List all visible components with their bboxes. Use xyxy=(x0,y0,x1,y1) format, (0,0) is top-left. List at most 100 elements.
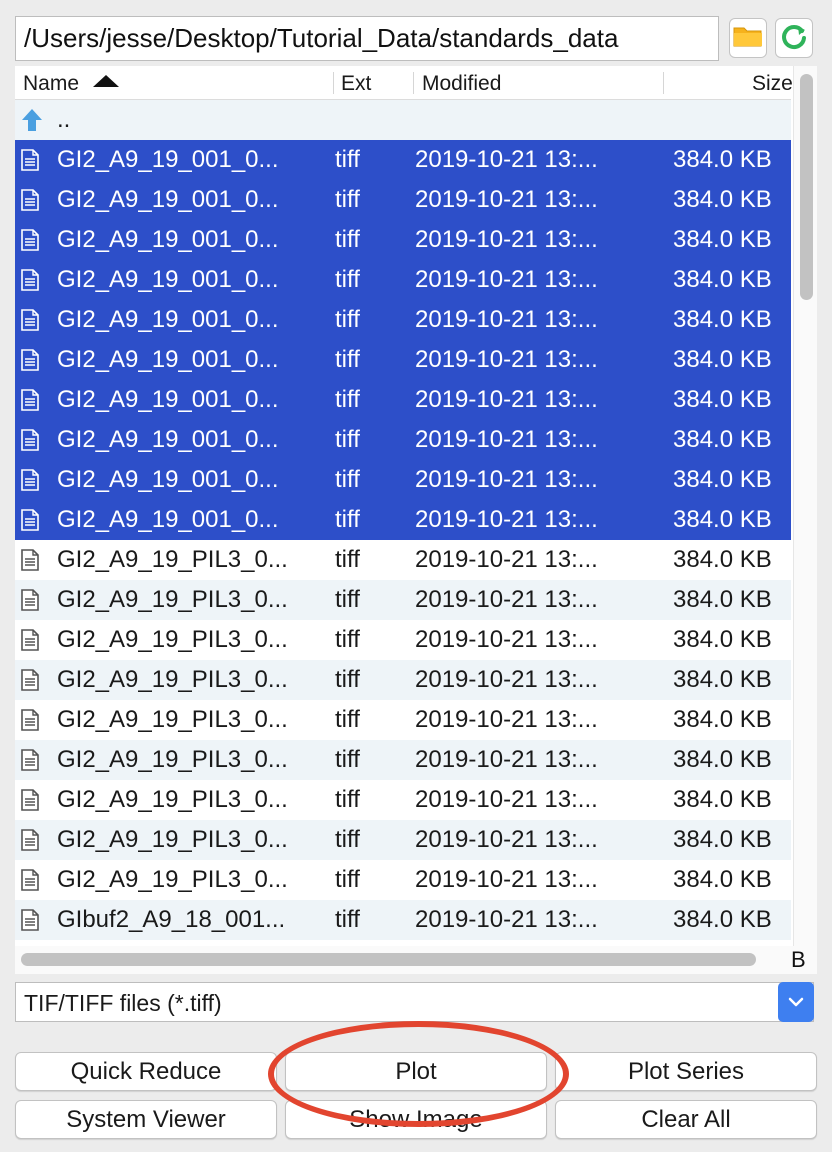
document-icon xyxy=(21,420,43,460)
file-list[interactable]: Name Ext Modified Size .. GI2_A9_19_001_… xyxy=(15,66,817,946)
file-modified: 2019-10-21 13:... xyxy=(415,266,598,293)
file-size: 384.0 KB xyxy=(673,506,772,533)
file-modified: 2019-10-21 13:... xyxy=(415,146,598,173)
file-row[interactable]: GI2_A9_19_PIL3_0... tiff 2019-10-21 13:...… xyxy=(15,740,791,780)
plot-series-button[interactable]: Plot Series xyxy=(555,1052,817,1091)
column-header-ext[interactable]: Ext xyxy=(341,66,371,100)
up-arrow-icon xyxy=(21,100,43,140)
horizontal-scrollbar-thumb[interactable] xyxy=(21,953,756,966)
document-icon xyxy=(21,620,43,660)
file-ext: tiff xyxy=(335,226,360,253)
file-row[interactable]: GI2_A9_19_PIL3_0... tiff 2019-10-21 13:...… xyxy=(15,820,791,860)
column-divider[interactable] xyxy=(663,72,664,94)
column-divider[interactable] xyxy=(413,72,414,94)
column-header-modified[interactable]: Modified xyxy=(422,66,501,100)
file-modified: 2019-10-21 13:... xyxy=(415,586,598,613)
file-name: GI2_A9_19_001_0... xyxy=(57,386,279,413)
vertical-scrollbar-thumb[interactable] xyxy=(800,74,813,300)
file-size: 384.0 KB xyxy=(673,266,772,293)
chevron-down-icon[interactable] xyxy=(778,982,814,1022)
file-ext: tiff xyxy=(335,306,360,333)
document-icon xyxy=(21,300,43,340)
file-name: GI2_A9_19_PIL3_0... xyxy=(57,666,288,693)
system-viewer-button[interactable]: System Viewer xyxy=(15,1100,277,1139)
file-row[interactable]: GI2_A9_19_001_0... tiff 2019-10-21 13:... 3… xyxy=(15,340,791,380)
clear-all-button[interactable]: Clear All xyxy=(555,1100,817,1139)
document-icon xyxy=(21,540,43,580)
horizontal-scrollbar[interactable]: B xyxy=(15,946,817,974)
document-icon xyxy=(21,580,43,620)
file-row[interactable]: GI2_A9_19_001_0... tiff 2019-10-21 13:... 3… xyxy=(15,140,791,180)
document-icon xyxy=(21,220,43,260)
file-row[interactable]: GI2_A9_19_PIL3_0... tiff 2019-10-21 13:...… xyxy=(15,780,791,820)
parent-directory-row[interactable]: .. xyxy=(15,100,791,140)
file-ext: tiff xyxy=(335,586,360,613)
file-row[interactable]: GI2_A9_19_001_0... tiff 2019-10-21 13:... 3… xyxy=(15,500,791,540)
vertical-scrollbar[interactable] xyxy=(793,66,817,946)
file-type-filter-select[interactable]: TIF/TIFF files (*.tiff) xyxy=(15,982,814,1022)
file-size: 384.0 KB xyxy=(673,386,772,413)
file-modified: 2019-10-21 13:... xyxy=(415,866,598,893)
file-row[interactable]: GI2_A9_19_001_0... tiff 2019-10-21 13:... 3… xyxy=(15,380,791,420)
file-name: GI2_A9_19_001_0... xyxy=(57,186,279,213)
scroll-corner-text: B xyxy=(791,947,806,972)
file-row[interactable]: GI2_A9_19_001_0... tiff 2019-10-21 13:... 3… xyxy=(15,180,791,220)
file-name: GI2_A9_19_PIL3_0... xyxy=(57,866,288,893)
file-name: GI2_A9_19_001_0... xyxy=(57,146,279,173)
file-name: GI2_A9_19_001_0... xyxy=(57,226,279,253)
file-modified: 2019-10-21 13:... xyxy=(415,186,598,213)
file-modified: 2019-10-21 13:... xyxy=(415,346,598,373)
file-row[interactable]: GI2_A9_19_001_0... tiff 2019-10-21 13:... 3… xyxy=(15,260,791,300)
file-name: GI2_A9_19_PIL3_0... xyxy=(57,746,288,773)
file-modified: 2019-10-21 13:... xyxy=(415,226,598,253)
document-icon xyxy=(21,500,43,540)
file-row[interactable]: GI2_A9_19_PIL3_0... tiff 2019-10-21 13:...… xyxy=(15,700,791,740)
file-ext: tiff xyxy=(335,266,360,293)
file-modified: 2019-10-21 13:... xyxy=(415,786,598,813)
file-size: 384.0 KB xyxy=(673,346,772,373)
file-size: 384.0 KB xyxy=(673,786,772,813)
column-header-name[interactable]: Name xyxy=(23,66,79,100)
file-name: GI2_A9_19_001_0... xyxy=(57,506,279,533)
file-size: 384.0 KB xyxy=(673,826,772,853)
file-row[interactable]: GI2_A9_19_001_0... tiff 2019-10-21 13:... 3… xyxy=(15,420,791,460)
file-row[interactable]: GI2_A9_19_PIL3_0... tiff 2019-10-21 13:...… xyxy=(15,860,791,900)
column-divider[interactable] xyxy=(333,72,334,94)
file-row[interactable]: GI2_A9_19_001_0... tiff 2019-10-21 13:... 3… xyxy=(15,220,791,260)
file-row[interactable]: GIbuf2_A9_18_001... tiff 2019-10-21 13:...… xyxy=(15,900,791,940)
document-icon xyxy=(21,860,43,900)
file-ext: tiff xyxy=(335,626,360,653)
file-ext: tiff xyxy=(335,146,360,173)
column-header-size[interactable]: Size xyxy=(752,66,793,100)
file-name: GIbuf2_A9_18_001... xyxy=(57,906,286,933)
file-row[interactable]: GI2_A9_19_001_0... tiff 2019-10-21 13:... 3… xyxy=(15,300,791,340)
document-icon xyxy=(21,740,43,780)
file-size: 384.0 KB xyxy=(673,586,772,613)
document-icon xyxy=(21,900,43,940)
plot-button[interactable]: Plot xyxy=(285,1052,547,1091)
document-icon xyxy=(21,780,43,820)
file-modified: 2019-10-21 13:... xyxy=(415,546,598,573)
file-row[interactable]: GI2_A9_19_PIL3_0... tiff 2019-10-21 13:...… xyxy=(15,580,791,620)
file-size: 384.0 KB xyxy=(673,546,772,573)
file-size: 384.0 KB xyxy=(673,146,772,173)
file-row[interactable]: GI2_A9_19_PIL3_0... tiff 2019-10-21 13:...… xyxy=(15,540,791,580)
file-name: GI2_A9_19_001_0... xyxy=(57,346,279,373)
file-row[interactable]: GI2_A9_19_PIL3_0... tiff 2019-10-21 13:...… xyxy=(15,660,791,700)
refresh-button[interactable] xyxy=(775,18,813,58)
file-row[interactable]: GI2_A9_19_PIL3_0... tiff 2019-10-21 13:...… xyxy=(15,620,791,660)
document-icon xyxy=(21,260,43,300)
file-size: 384.0 KB xyxy=(673,906,772,933)
file-ext: tiff xyxy=(335,786,360,813)
file-ext: tiff xyxy=(335,706,360,733)
show-image-button[interactable]: Show Image xyxy=(285,1100,547,1139)
path-input[interactable]: /Users/jesse/Desktop/Tutorial_Data/stand… xyxy=(15,16,719,61)
file-size: 384.0 KB xyxy=(673,226,772,253)
quick-reduce-button[interactable]: Quick Reduce xyxy=(15,1052,277,1091)
open-folder-button[interactable] xyxy=(729,18,767,58)
folder-icon xyxy=(733,24,763,53)
file-row[interactable]: GI2_A9_19_001_0... tiff 2019-10-21 13:... 3… xyxy=(15,460,791,500)
file-size: 384.0 KB xyxy=(673,186,772,213)
file-name: GI2_A9_19_PIL3_0... xyxy=(57,626,288,653)
file-modified: 2019-10-21 13:... xyxy=(415,426,598,453)
